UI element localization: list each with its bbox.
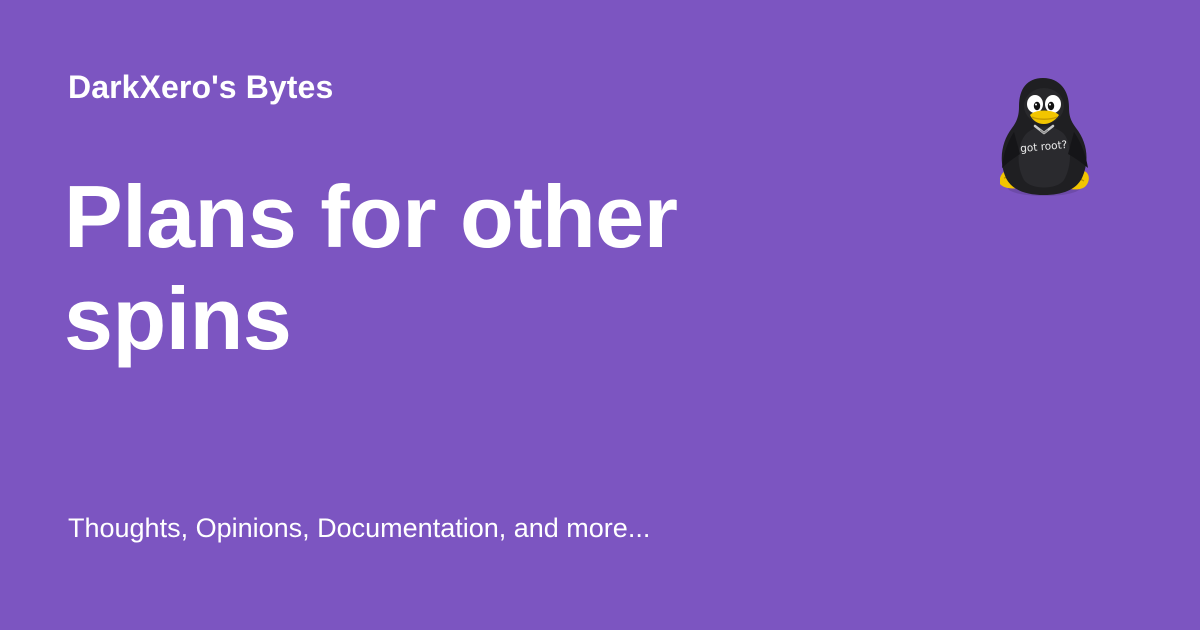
site-tagline: Thoughts, Opinions, Documentation, and m…	[68, 513, 651, 543]
post-title: Plans for other spins	[64, 167, 678, 368]
site-name: DarkXero's Bytes	[68, 69, 334, 105]
penguin-got-root-icon: got root?	[992, 76, 1096, 200]
social-card: DarkXero's Bytes Plans for other spins T…	[0, 0, 1200, 630]
penguin-got-root-svg: got root?	[1000, 78, 1089, 196]
